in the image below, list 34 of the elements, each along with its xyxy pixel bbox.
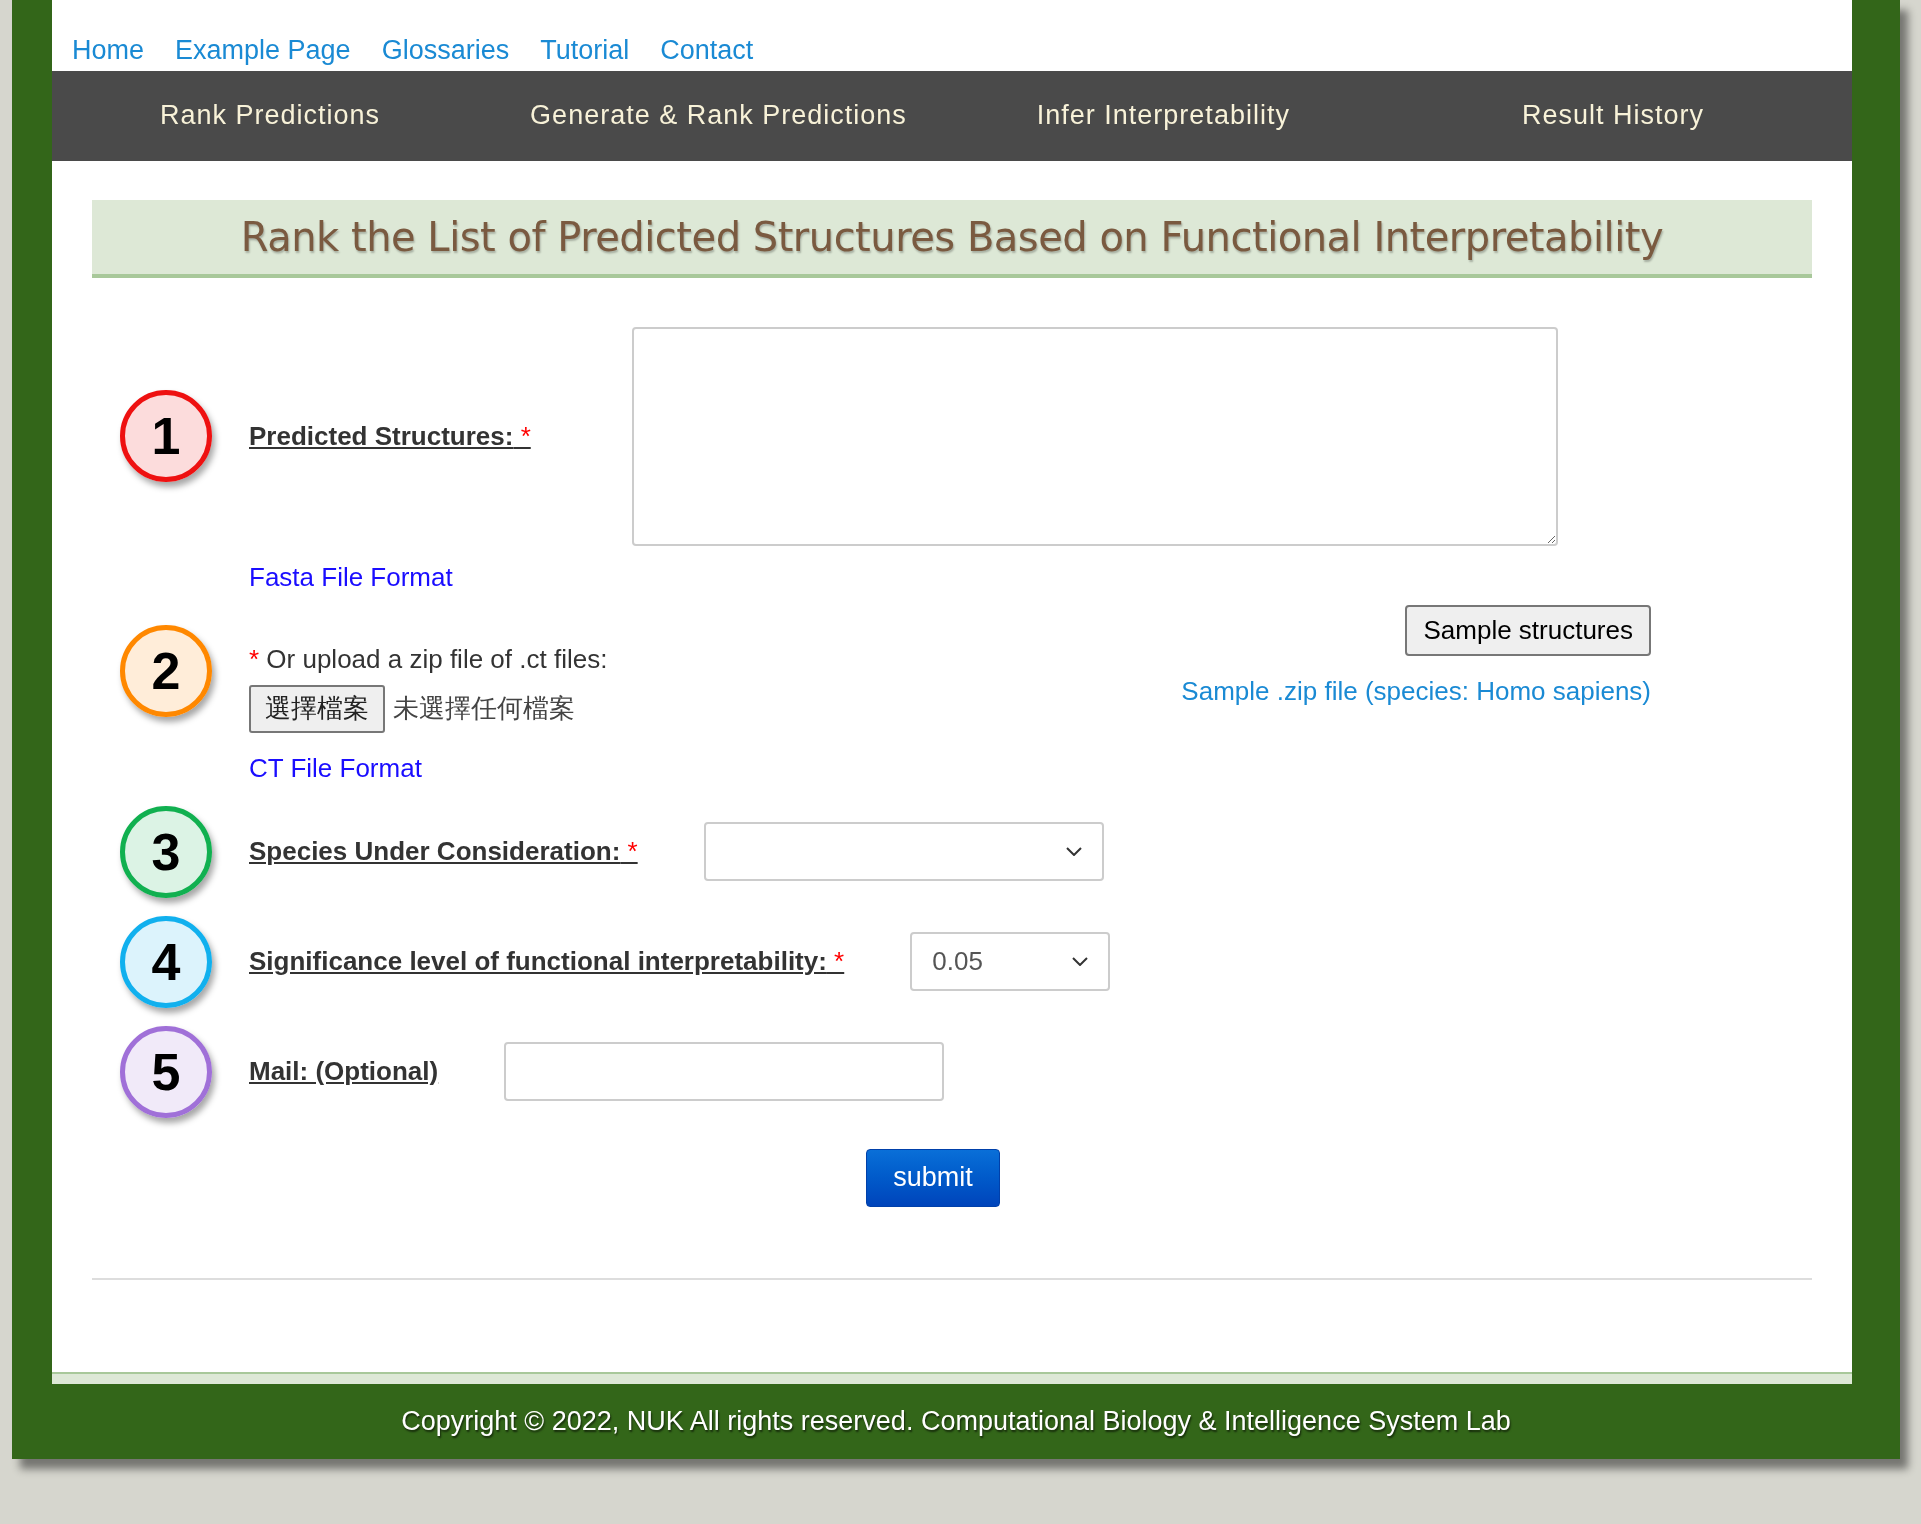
chevron-down-icon: [1072, 957, 1089, 966]
nav-tab[interactable]: Result History: [1521, 95, 1704, 136]
step-number-badge: 5: [120, 1025, 212, 1118]
top-nav-link[interactable]: Example Page: [175, 30, 351, 71]
nav-tab[interactable]: Generate & Rank Predictions: [530, 95, 907, 136]
top-nav-link[interactable]: Contact: [660, 30, 754, 71]
file-status-text: 未選擇任何檔案: [393, 692, 575, 725]
top-nav-link[interactable]: Glossaries: [381, 30, 510, 71]
top-nav-link[interactable]: Home: [72, 30, 145, 71]
sample-structures-button[interactable]: Sample structures: [1405, 604, 1651, 656]
step-number-badge: 1: [120, 390, 212, 482]
fasta-format-link[interactable]: Fasta File Format: [249, 557, 453, 597]
step-number-badge: 3: [120, 805, 212, 898]
dropdown-select[interactable]: 0.05: [910, 932, 1111, 991]
field-label: Species Under Consideration: *: [249, 836, 638, 866]
chevron-down-icon: [1065, 847, 1082, 856]
dropdown-select[interactable]: [703, 822, 1104, 881]
step-number-badge: 4: [120, 915, 212, 1008]
field-label: Significance level of functional interpretability: *: [249, 946, 845, 976]
footer-copyright: Copyright © 2022, NUK All rights reserved. Computational Biology & Intelligence System Lab: [401, 1404, 1511, 1438]
nav-tab[interactable]: Rank Predictions: [160, 95, 381, 136]
submit-button[interactable]: submit: [866, 1148, 1000, 1207]
structures-textarea[interactable]: [632, 326, 1558, 546]
sample-zip-link[interactable]: Sample .zip file (species: Homo sapiens): [1181, 671, 1651, 711]
mail-input[interactable]: [504, 1042, 945, 1101]
step-number-badge: 2: [120, 624, 212, 717]
field-label: Mail: (Optional): [249, 1056, 439, 1086]
page-heading: Rank the List of Predicted Structures Based on Functional Interpretability: [240, 212, 1664, 262]
ct-format-link[interactable]: CT File Format: [249, 748, 422, 788]
top-nav-link[interactable]: Tutorial: [540, 30, 630, 71]
field-label: Predicted Structures: *: [249, 420, 531, 451]
choose-file-button[interactable]: 選擇檔案: [249, 684, 385, 733]
nav-tab[interactable]: Infer Interpretability: [1036, 95, 1290, 136]
upload-label: * Or upload a zip file of .ct files:: [249, 642, 608, 676]
